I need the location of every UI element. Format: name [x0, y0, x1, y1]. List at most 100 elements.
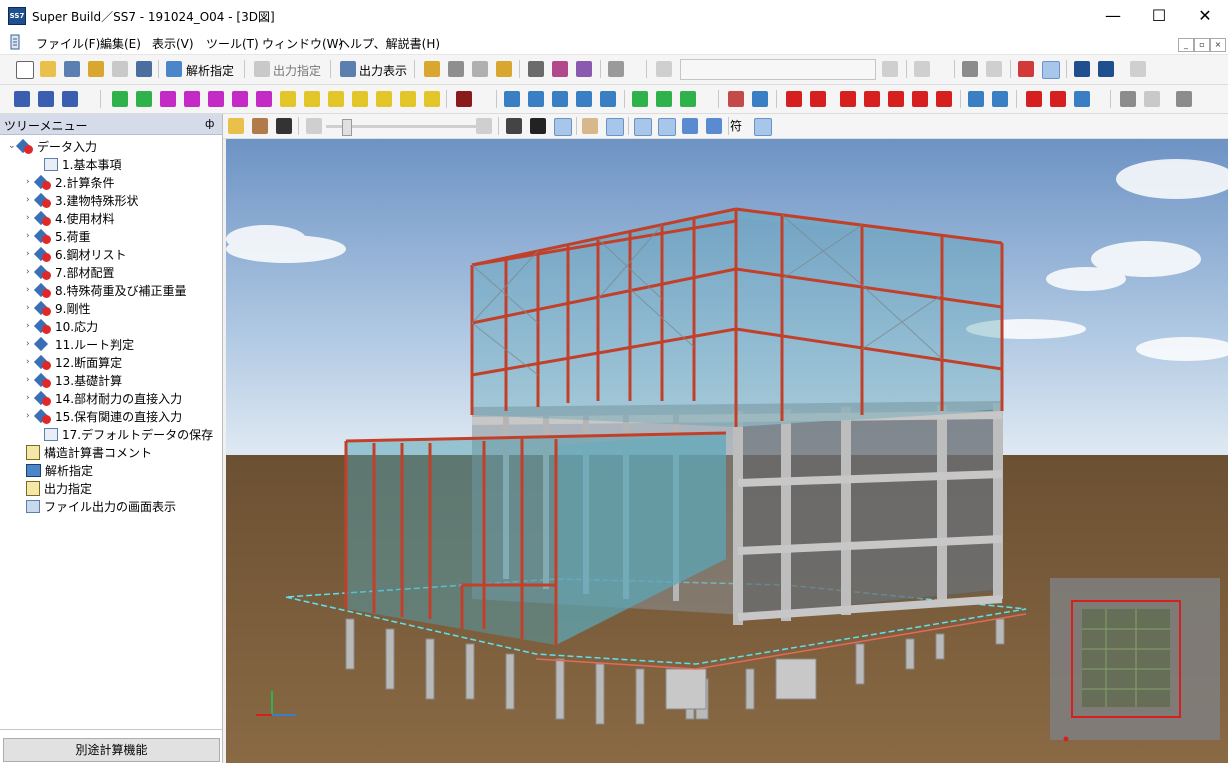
envelope-icon[interactable]: [328, 91, 344, 107]
sort-down-icon[interactable]: [1098, 61, 1114, 77]
slab-icon[interactable]: [232, 91, 248, 107]
tree-item[interactable]: › 5.荷重: [26, 227, 90, 245]
load-left-icon[interactable]: [936, 91, 952, 107]
rotate-view-icon[interactable]: [252, 118, 268, 134]
building-icon[interactable]: [62, 91, 78, 107]
undo-icon[interactable]: [656, 61, 672, 77]
menu-edit[interactable]: 編集(E): [100, 35, 141, 52]
pan-hand-icon[interactable]: [228, 118, 244, 134]
symbol-button[interactable]: 符: [730, 117, 742, 134]
printer-icon[interactable]: [1120, 91, 1136, 107]
save-icon[interactable]: [112, 61, 128, 77]
tree-item[interactable]: › 10.応力: [26, 317, 98, 335]
eraser-icon[interactable]: [1144, 91, 1160, 107]
delete-icon[interactable]: [914, 61, 930, 77]
column-icon[interactable]: [112, 91, 128, 107]
tree-item[interactable]: › 8.特殊荷重及び補正重量: [26, 281, 186, 299]
list-icon[interactable]: [472, 61, 488, 77]
pencil-icon[interactable]: [280, 91, 296, 107]
zoom-slider-thumb[interactable]: [342, 119, 352, 136]
member-yellow4-icon[interactable]: [424, 91, 440, 107]
minimize-button[interactable]: —: [1090, 0, 1136, 31]
grid-toggle-icon[interactable]: [1042, 61, 1060, 79]
minimap[interactable]: [1050, 578, 1220, 742]
node-icon[interactable]: [552, 91, 568, 107]
clipboard-icon[interactable]: [1074, 91, 1090, 107]
light2-icon[interactable]: [658, 118, 676, 136]
light3-icon[interactable]: [682, 118, 698, 134]
menu-file[interactable]: ファイル(F): [36, 35, 100, 52]
analysis-icon[interactable]: [166, 61, 182, 77]
move-node-icon[interactable]: [600, 91, 616, 107]
camera-icon[interactable]: [530, 118, 546, 134]
beam-icon[interactable]: [136, 91, 152, 107]
house-icon[interactable]: [728, 91, 744, 107]
opening-icon[interactable]: [184, 91, 200, 107]
mdi-close-button[interactable]: ×: [1210, 38, 1226, 52]
filter-icon[interactable]: [754, 118, 772, 136]
record-icon[interactable]: [554, 118, 572, 136]
menu-tools[interactable]: ツール(T): [206, 35, 259, 52]
print-options-icon[interactable]: [1176, 91, 1192, 107]
tree-item-analysis[interactable]: 解析指定: [26, 461, 93, 479]
history-dropdown[interactable]: [680, 59, 876, 80]
tree-item[interactable]: › 15.保有関連の直接入力: [26, 407, 182, 425]
output-spec-icon[interactable]: [254, 61, 270, 77]
grid-icon[interactable]: [1018, 61, 1034, 77]
layers-icon[interactable]: [448, 61, 464, 77]
save-as-icon[interactable]: [136, 61, 152, 77]
output-view-button-label[interactable]: 出力表示: [359, 62, 407, 79]
load-distributed-icon[interactable]: [912, 91, 928, 107]
table-grid-icon[interactable]: [456, 91, 472, 107]
tree-item[interactable]: › 3.建物特殊形状: [26, 191, 138, 209]
print-setup-icon[interactable]: [576, 61, 592, 77]
member-yellow1-icon[interactable]: [352, 91, 368, 107]
base-icon[interactable]: [680, 91, 696, 107]
tree-item[interactable]: › 2.計算条件: [26, 173, 114, 191]
lock-icon[interactable]: [88, 61, 104, 77]
3d-viewport[interactable]: [226, 139, 1228, 763]
tree-item[interactable]: 17.デフォルトデータの保存: [44, 425, 213, 443]
column-joint-icon[interactable]: [632, 91, 648, 107]
mdi-restore-button[interactable]: ▫: [1194, 38, 1210, 52]
window2-icon[interactable]: [986, 61, 1002, 77]
tree-item[interactable]: › 11.ルート判定: [26, 335, 134, 353]
background-icon[interactable]: [606, 118, 624, 136]
redo-icon[interactable]: [882, 61, 898, 77]
arrow-link-icon[interactable]: [528, 91, 544, 107]
copy-icon[interactable]: [424, 61, 440, 77]
cross-icon[interactable]: [1050, 91, 1066, 107]
chain-icon[interactable]: [968, 91, 984, 107]
open-project-icon[interactable]: [64, 61, 80, 77]
link-icon[interactable]: [504, 91, 520, 107]
window-icon[interactable]: [962, 61, 978, 77]
plan-icon[interactable]: [38, 91, 54, 107]
moment-icon[interactable]: [840, 91, 856, 107]
tree-item[interactable]: › 13.基礎計算: [26, 371, 122, 389]
open-folder-icon[interactable]: [40, 61, 56, 77]
tree-item-output-spec[interactable]: 出力指定: [26, 479, 92, 497]
output-spec-button-label[interactable]: 出力指定: [273, 62, 321, 79]
wall-icon[interactable]: [160, 91, 176, 107]
crop-icon[interactable]: [276, 118, 292, 134]
tree-item[interactable]: › 4.使用材料: [26, 209, 114, 227]
zoom-out-icon[interactable]: [306, 118, 322, 134]
brace-icon[interactable]: [208, 91, 224, 107]
output-view-icon[interactable]: [340, 61, 356, 77]
menu-help[interactable]: ヘルプ、解説書(H): [338, 35, 440, 52]
tree-item[interactable]: › 6.鋼材リスト: [26, 245, 126, 263]
tray-icon[interactable]: [304, 91, 320, 107]
tree-item[interactable]: › 12.断面算定: [26, 353, 122, 371]
spring-icon[interactable]: [752, 91, 768, 107]
print-icon[interactable]: [528, 61, 544, 77]
frame-icon[interactable]: [14, 91, 30, 107]
menu-view[interactable]: 表示(V): [152, 35, 194, 52]
triangle-icon[interactable]: [1026, 91, 1042, 107]
film-icon[interactable]: [506, 118, 522, 134]
tree-item[interactable]: 1.基本事項: [44, 155, 121, 173]
tree-item[interactable]: › 7.部材配置: [26, 263, 114, 281]
light4-icon[interactable]: [706, 118, 722, 134]
rotate-icon[interactable]: [576, 91, 592, 107]
member-yellow3-icon[interactable]: [400, 91, 416, 107]
close-button[interactable]: ✕: [1182, 0, 1228, 31]
